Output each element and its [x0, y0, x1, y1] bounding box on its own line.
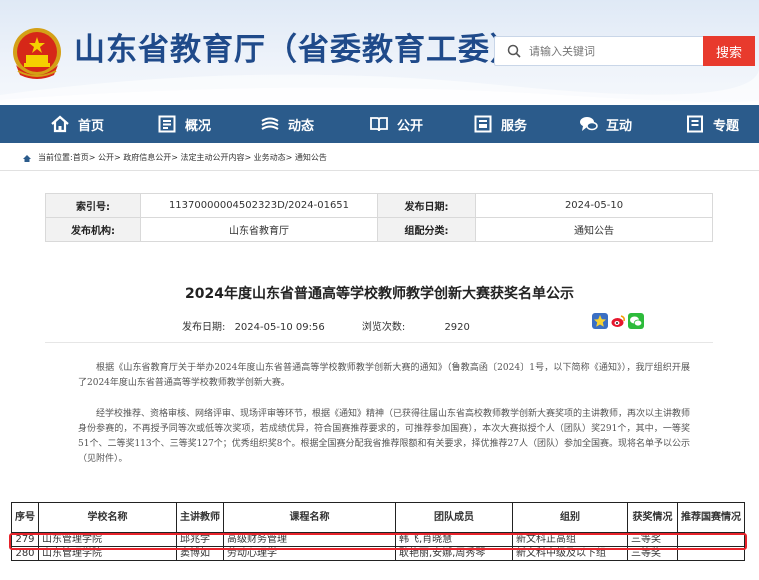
header-school: 学校名称 — [38, 502, 177, 533]
nav-item-service[interactable]: 服务 — [473, 105, 527, 143]
table-row: 280 山东管理学院 窦博如 劳动心理学 耿艳丽,安娜,周秀琴 新文科中级及以下… — [11, 546, 745, 561]
header-group: 组别 — [512, 502, 628, 533]
search-field[interactable] — [494, 36, 704, 66]
article-title: 2024年度山东省普通高等学校教师教学创新大赛获奖名单公示 — [185, 286, 574, 302]
cell-teacher: 窦博如 — [176, 546, 224, 561]
site-title[interactable]: 山东省教育厅（省委教育工委） — [74, 24, 522, 69]
home-icon — [51, 115, 69, 133]
nav-item-label: 公开 — [397, 118, 424, 134]
chat-icon — [580, 117, 598, 131]
nav-item-news[interactable]: 动态 — [260, 105, 314, 143]
publish-date-value: 2024-05-10 09:56 — [234, 322, 325, 333]
cell-recommend — [677, 546, 745, 561]
nav-item-label: 首页 — [78, 118, 105, 134]
cell-group: 新文科正高组 — [512, 532, 628, 547]
divider — [0, 170, 759, 171]
table-header-row: 序号 学校名称 主讲教师 课程名称 团队成员 组别 获奖情况 推荐国赛情况 — [11, 502, 745, 533]
index-value: 11370000004502323D/2024-01651 — [140, 193, 378, 218]
cell-team: 耿艳丽,安娜,周秀琴 — [395, 546, 513, 561]
header-team: 团队成员 — [395, 502, 513, 533]
wechat-icon[interactable] — [628, 313, 644, 329]
nav-item-label: 专题 — [713, 118, 740, 134]
header-recommend: 推荐国赛情况 — [677, 502, 745, 533]
nav-item-label: 服务 — [501, 118, 528, 134]
search-button[interactable]: 搜索 — [703, 36, 755, 66]
publish-date-label: 发布日期: — [182, 322, 226, 333]
cell-award: 三等奖 — [627, 532, 678, 547]
breadcrumb-path[interactable]: 首页> 公开> 政府信息公开> 法定主动公开内容> 业务动态> 通知公告 — [73, 152, 327, 163]
article-paragraph-1: 根据《山东省教育厅关于举办2024年度山东省普通高等学校教师教学创新大赛的通知》… — [78, 363, 690, 388]
nav-item-home[interactable]: 首页 — [50, 105, 104, 143]
date-label: 发布日期: — [377, 193, 476, 218]
cell-school: 山东管理学院 — [38, 532, 177, 547]
divider — [45, 342, 713, 343]
date-value: 2024-05-10 — [475, 193, 713, 218]
nav-item-open[interactable]: 公开 — [369, 105, 423, 143]
article-paragraph-2: 经学校推荐、资格审核、网络评审、现场评审等环节，根据《通知》精神（已获得往届山东… — [78, 409, 691, 464]
nav-item-label: 概况 — [185, 118, 212, 134]
cell-school: 山东管理学院 — [38, 546, 177, 561]
nav-item-overview[interactable]: 概况 — [157, 105, 211, 143]
views-label: 浏览次数: — [361, 322, 406, 333]
document-info-table: 索引号: 11370000004502323D/2024-01651 发布日期:… — [45, 193, 713, 242]
breadcrumb-prefix: 当前位置: — [38, 153, 73, 162]
category-value: 通知公告 — [475, 217, 713, 242]
org-value: 山东省教育厅 — [140, 217, 378, 242]
cell-team: 韩飞,肖晓慧 — [395, 532, 513, 547]
news-icon — [261, 117, 279, 130]
site-header: 山东省教育厅（省委教育工委） 搜索 — [0, 0, 759, 105]
search-icon — [507, 44, 521, 58]
views-value: 2920 — [444, 322, 470, 333]
weibo-icon[interactable] — [610, 313, 626, 329]
favorite-star-icon[interactable] — [592, 313, 608, 329]
national-emblem-icon[interactable] — [8, 25, 66, 83]
book-icon — [370, 117, 388, 132]
award-table: 序号 学校名称 主讲教师 课程名称 团队成员 组别 获奖情况 推荐国赛情况 27… — [11, 502, 745, 561]
org-label: 发布机构: — [45, 217, 141, 242]
nav-item-topic[interactable]: 专题 — [685, 105, 739, 143]
table-row: 279 山东管理学院 邱兆学 高级财务管理 韩飞,肖晓慧 新文科正高组 三等奖 — [11, 532, 745, 547]
share-buttons — [592, 313, 644, 329]
article-meta: 发布日期: 2024-05-10 09:56 浏览次数: 2920 — [182, 318, 470, 333]
index-label: 索引号: — [45, 193, 141, 218]
header-teacher: 主讲教师 — [176, 502, 224, 533]
cell-course: 高级财务管理 — [223, 532, 396, 547]
nav-item-label: 互动 — [606, 118, 633, 134]
header-seq: 序号 — [11, 502, 39, 533]
location-home-icon — [23, 154, 31, 162]
cell-recommend — [677, 532, 745, 547]
nav-item-label: 动态 — [288, 118, 315, 134]
cell-seq: 280 — [11, 546, 39, 561]
service-icon — [474, 115, 492, 133]
main-nav: 首页 概况 动态 公开 服务 互动 专题 — [0, 105, 759, 143]
category-label: 组配分类: — [377, 217, 476, 242]
topic-icon — [687, 115, 703, 133]
search-input[interactable] — [529, 44, 689, 58]
breadcrumb: 当前位置: 首页> 公开> 政府信息公开> 法定主动公开内容> 业务动态> 通知… — [22, 152, 327, 163]
cell-course: 劳动心理学 — [223, 546, 396, 561]
cell-seq: 279 — [11, 532, 39, 547]
nav-item-interact[interactable]: 互动 — [578, 105, 632, 143]
cell-teacher: 邱兆学 — [176, 532, 224, 547]
header-award: 获奖情况 — [627, 502, 678, 533]
header-course: 课程名称 — [223, 502, 396, 533]
overview-icon — [158, 115, 176, 133]
cell-group: 新文科中级及以下组 — [512, 546, 628, 561]
cell-award: 三等奖 — [627, 546, 678, 561]
